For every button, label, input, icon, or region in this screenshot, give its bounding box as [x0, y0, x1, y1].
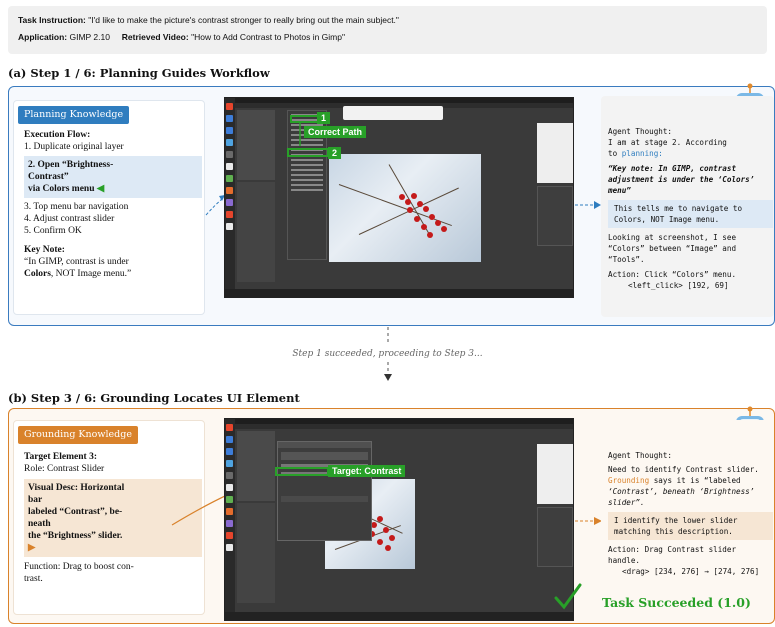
taskbar	[225, 612, 573, 620]
flow-step-3: 3. Top menu bar navigation	[24, 202, 129, 212]
taskbar	[225, 289, 573, 297]
layers-panel	[537, 186, 573, 246]
thought-a-quote: “Key note: In GIMP, contrast adjustment …	[608, 163, 773, 196]
task-header: Task Instruction: "I'd like to make the …	[8, 6, 767, 54]
thought-a-quote-2: adjustment is under the ‘Colors’	[608, 175, 755, 184]
thought-b-highlight: I identify the lower slider matching thi…	[608, 512, 773, 540]
thought-a-highlight: This tells me to navigate to Colors, NOT…	[608, 200, 773, 228]
task-line: Task Instruction: "I'd like to make the …	[18, 12, 757, 29]
func-line-2: trast.	[24, 574, 43, 584]
note-line-2: , NOT Image menu.”	[50, 269, 132, 279]
section-b-title: (b) Step 3 / 6: Grounding Locates UI Ele…	[8, 391, 300, 405]
brightness-contrast-dialog[interactable]	[277, 441, 372, 541]
planning-knowledge-card: Planning Knowledge Execution Flow: 1. Du…	[13, 100, 205, 315]
video-label: Retrieved Video:	[121, 32, 189, 42]
thought-a-quote-3: menu”	[608, 186, 631, 195]
transition-line-top	[387, 327, 389, 345]
flow-step-4: 4. Adjust contrast slider	[24, 214, 115, 224]
thought-a-hl-1: This tells me to navigate to	[614, 204, 743, 213]
checkmark-icon	[554, 583, 582, 610]
task-label: Task Instruction:	[18, 15, 86, 25]
flow-step-2-line-1: 2. Open “Brightness-	[28, 160, 114, 170]
dock	[225, 419, 235, 620]
gimp-screenshot-b	[224, 418, 574, 621]
menu-bar[interactable]	[235, 424, 573, 429]
func-line-1: Function: Drag to boost con-	[24, 562, 134, 572]
target-heading: Target Element 3:	[24, 452, 97, 462]
flow-step-2-line-2: Contrast”	[28, 172, 69, 182]
thought-b-line-2: says it is “labeled	[649, 476, 741, 485]
app-label: Application:	[18, 32, 68, 42]
tag-step-1: 1	[317, 112, 331, 124]
task-text: "I'd like to make the picture's contrast…	[88, 15, 399, 25]
note-line-1: “In GIMP, contrast is under	[24, 257, 129, 267]
flow-step-5: 5. Confirm OK	[24, 226, 82, 236]
thought-a-line-3: Looking at screenshot, I see	[608, 233, 737, 242]
note-colors: Colors	[24, 269, 51, 279]
thought-a-line-4: “Colors” between “Image” and	[608, 244, 737, 253]
flow-heading: Execution Flow:	[24, 130, 91, 140]
thought-a-hl-2: Colors, NOT Image menu.	[614, 215, 720, 224]
thought-b-action-2: handle.	[608, 556, 641, 565]
brushes-panel	[537, 444, 573, 504]
video-value: "How to Add Contrast to Photos in Gimp"	[191, 32, 345, 42]
agent-thought-b: Agent Thought: Need to identify Contrast…	[601, 420, 774, 580]
notification-popup	[343, 106, 443, 120]
pointer-right-icon: ▶	[28, 543, 36, 553]
flow-step-1: 1. Duplicate original layer	[24, 142, 124, 152]
thought-a-line-1: I am at stage 2. According	[608, 138, 727, 147]
brushes-panel	[537, 123, 573, 183]
task-succeeded: Task Succeeded (1.0)	[602, 595, 751, 610]
thought-b-hl-2: matching this description.	[614, 527, 733, 536]
section-a-title: (a) Step 1 / 6: Planning Guides Workflow	[8, 66, 270, 80]
thought-b-action: Action: Drag Contrast slider	[608, 545, 737, 554]
app-value: GIMP 2.10	[69, 32, 110, 42]
step-status: Step 1 succeeded, proceeding to Step 3..…	[292, 349, 483, 359]
dock	[225, 98, 235, 297]
toolbox[interactable]	[237, 110, 275, 180]
thought-a-line-5: “Tools”.	[608, 255, 645, 264]
thought-b-hl-1: I identify the lower slider	[614, 516, 738, 525]
arrow-screen-to-thought-b	[575, 517, 602, 525]
thought-a-line-2: to	[608, 149, 618, 158]
note-heading: Key Note:	[24, 245, 65, 255]
highlight-contrast-slider	[275, 467, 329, 476]
thought-b-line-1: Need to identify Contrast slider.	[608, 465, 759, 474]
thought-a-title: Agent Thought:	[608, 127, 673, 136]
thought-b-action-code: <drag> [234, 276] → [274, 276]	[622, 567, 760, 576]
pointer-left-icon: ◀	[96, 184, 105, 194]
flow-step-2-highlight: 2. Open “Brightness- Contrast” via Color…	[24, 156, 202, 198]
arrow-screen-to-thought-a	[575, 201, 601, 209]
gimp-screenshot-a	[224, 97, 574, 298]
tool-options	[237, 182, 275, 282]
berries-photo	[329, 154, 481, 262]
thought-b-title: Agent Thought:	[608, 451, 673, 460]
thought-a-planning: planning:	[621, 149, 663, 158]
tag-step-2: 2	[328, 147, 342, 159]
layers-panel	[537, 507, 573, 567]
transition-arrow-down	[384, 362, 392, 381]
path-arrow	[299, 123, 301, 146]
thought-b-grounding: Grounding	[608, 476, 650, 485]
tag-target-contrast: Target: Contrast	[328, 465, 406, 477]
grounding-knowledge-badge: Grounding Knowledge	[18, 426, 138, 444]
thought-a-quote-1: “Key note: In GIMP, contrast	[608, 164, 737, 173]
app-line: Application: GIMP 2.10 Retrieved Video: …	[18, 29, 757, 46]
flow-step-2-line-3: via Colors menu	[28, 184, 95, 194]
thought-b-line-4: slider”.	[608, 498, 645, 507]
desc-line-5: the “Brightness” slider.	[28, 531, 123, 541]
thought-b-line-3: ‘Contrast’, beneath ‘Brightness’	[608, 487, 755, 496]
planning-knowledge-badge: Planning Knowledge	[18, 106, 130, 124]
toolbox[interactable]	[237, 431, 275, 501]
thought-a-action-code: <left_click> [192, 69]	[628, 281, 729, 290]
thought-a-action: Action: Click “Colors” menu.	[608, 270, 737, 279]
agent-thought-a: Agent Thought: I am at stage 2. Accordin…	[601, 96, 774, 317]
tool-options	[237, 503, 275, 603]
